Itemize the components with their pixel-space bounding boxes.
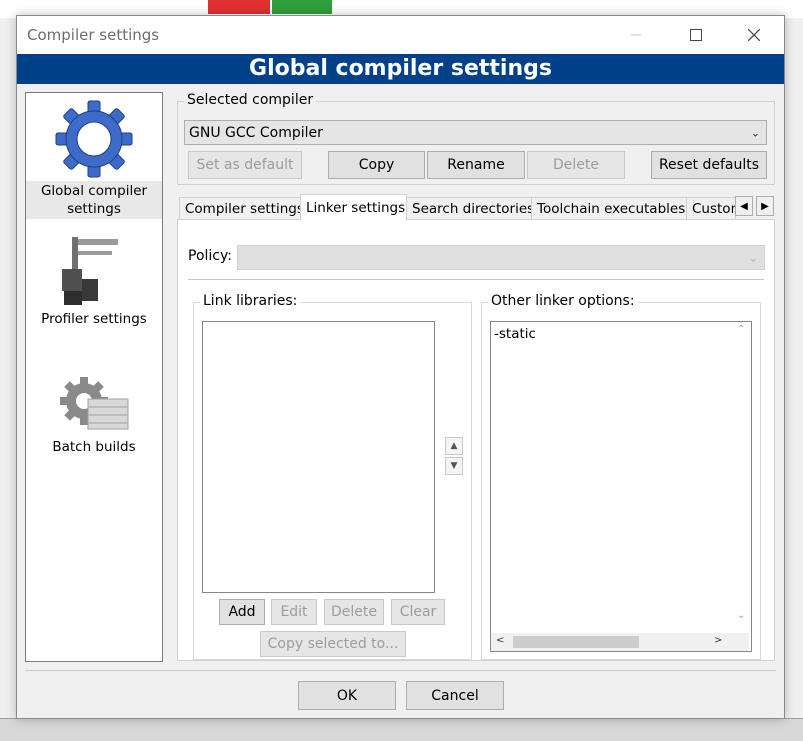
- horizontal-scrollbar[interactable]: < >: [491, 633, 749, 651]
- other-linker-options-value: -static: [494, 326, 536, 342]
- copy-button[interactable]: Copy: [328, 151, 425, 179]
- profiler-icon: [62, 237, 118, 305]
- compiler-settings-dialog: Compiler settings Global compiler settin…: [16, 15, 785, 719]
- chevron-down-icon: ⌄: [748, 251, 758, 264]
- settings-category-list: Global compiler settings Profiler settin…: [25, 92, 163, 662]
- set-as-default-button[interactable]: Set as default: [188, 151, 302, 179]
- group-title: Selected compiler: [184, 92, 317, 108]
- close-icon: [748, 29, 760, 41]
- compiler-select-value: GNU GCC Compiler: [189, 124, 323, 141]
- settings-tabs: Compiler settings Linker settings Search…: [177, 194, 777, 221]
- tab-custom-variables[interactable]: Custom variables: [686, 197, 736, 220]
- arrow-down-icon: ▼: [450, 461, 458, 471]
- chevron-left-icon: <: [496, 635, 505, 646]
- tab-linker-settings[interactable]: Linker settings: [300, 194, 407, 221]
- scrollbar-thumb[interactable]: [513, 636, 639, 648]
- window-title: Compiler settings: [27, 26, 160, 44]
- minimize-icon: [631, 34, 641, 36]
- maximize-button[interactable]: [667, 16, 725, 54]
- batch-builds-icon: [60, 377, 129, 430]
- divider: [188, 279, 764, 280]
- policy-label: Policy:: [188, 248, 232, 264]
- delete-library-button[interactable]: Delete: [324, 599, 384, 625]
- reset-defaults-button[interactable]: Reset defaults: [651, 151, 767, 179]
- background-green-block: [272, 0, 332, 14]
- tab-toolchain-executables[interactable]: Toolchain executables: [531, 197, 687, 220]
- close-button[interactable]: [725, 16, 783, 54]
- chevron-down-icon: ⌄: [737, 610, 746, 621]
- other-linker-options-textarea[interactable]: -static ⌃ ⌄ < >: [490, 321, 752, 652]
- gear-icon: [55, 100, 133, 178]
- clear-libraries-button[interactable]: Clear: [391, 599, 445, 625]
- chevron-right-icon: >: [714, 635, 723, 646]
- banner-title: Global compiler settings: [17, 54, 784, 84]
- chevron-up-icon: ⌃: [737, 324, 746, 335]
- arrow-up-icon: ▲: [450, 441, 458, 451]
- edit-library-button[interactable]: Edit: [271, 599, 317, 625]
- compiler-select[interactable]: GNU GCC Compiler ⌄: [184, 120, 767, 145]
- nav-item-label: Profiler settings: [41, 311, 147, 327]
- link-libraries-list[interactable]: [202, 321, 435, 593]
- nav-item-global-compiler[interactable]: Global compiler settings: [26, 97, 162, 219]
- maximize-icon: [690, 29, 702, 41]
- delete-compiler-button[interactable]: Delete: [527, 151, 625, 179]
- other-linker-options-title: Other linker options:: [488, 293, 638, 309]
- title-bar: Compiler settings: [17, 16, 784, 54]
- background-red-block: [208, 0, 270, 14]
- add-library-button[interactable]: Add: [219, 599, 265, 625]
- rename-button[interactable]: Rename: [427, 151, 525, 179]
- ok-button[interactable]: OK: [298, 681, 396, 710]
- tab-compiler-settings[interactable]: Compiler settings: [179, 197, 301, 220]
- move-up-button[interactable]: ▲: [445, 437, 463, 455]
- vertical-scrollbar[interactable]: ⌃ ⌄: [734, 322, 751, 632]
- policy-select[interactable]: ⌄: [237, 245, 765, 270]
- footer-divider: [25, 670, 776, 671]
- chevron-left-icon: ◀: [740, 200, 748, 212]
- nav-item-profiler[interactable]: Profiler settings: [26, 229, 162, 329]
- linker-settings-panel: Policy: ⌄ Link libraries: ▲ ▼ Add Edit D…: [177, 219, 775, 661]
- copy-selected-to-button[interactable]: Copy selected to...: [260, 631, 406, 657]
- nav-item-label: Batch builds: [52, 439, 136, 455]
- background-taskbar: [0, 718, 803, 741]
- nav-item-label: Global compiler settings: [26, 181, 162, 219]
- tab-scroll-right-button[interactable]: ▶: [756, 196, 774, 216]
- chevron-right-icon: ▶: [761, 200, 769, 212]
- chevron-down-icon: ⌄: [750, 126, 760, 139]
- link-libraries-title: Link libraries:: [200, 293, 301, 309]
- move-down-button[interactable]: ▼: [445, 457, 463, 475]
- minimize-button[interactable]: [607, 16, 665, 54]
- nav-item-batch-builds[interactable]: Batch builds: [26, 373, 162, 457]
- tab-scroll-left-button[interactable]: ◀: [735, 196, 753, 216]
- tab-search-directories[interactable]: Search directories: [406, 197, 532, 220]
- cancel-button[interactable]: Cancel: [406, 681, 504, 710]
